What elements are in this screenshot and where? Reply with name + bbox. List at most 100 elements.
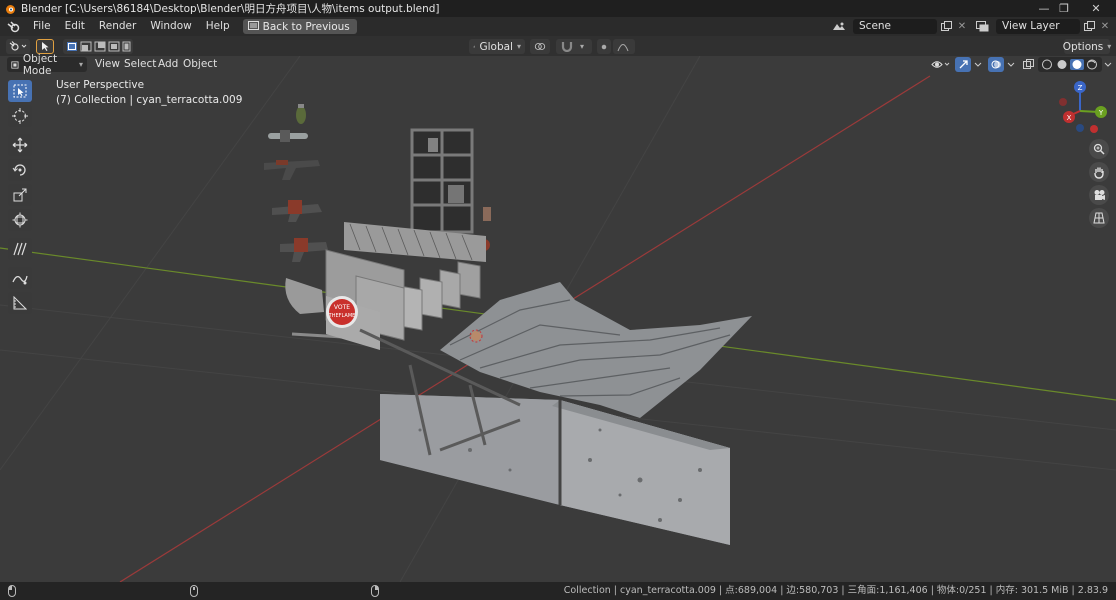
mouse-middle-icon [190, 585, 198, 600]
concrete-wall-model [380, 394, 730, 545]
view-layer-remove-icon[interactable]: ✕ [1097, 19, 1113, 34]
close-button[interactable]: ✕ [1076, 0, 1116, 17]
scale-icon [13, 188, 27, 202]
annotate-line-icon [12, 275, 28, 285]
zoom-view-button[interactable] [1089, 139, 1109, 159]
object-mode-icon [11, 60, 19, 69]
viewport-menu-view[interactable]: View [91, 57, 124, 72]
viewport-menu-object[interactable]: Object [179, 57, 221, 72]
perspective-label: User Perspective [56, 79, 145, 91]
object-mode-label: Object Mode [22, 52, 58, 77]
solid-shading-icon [1057, 60, 1067, 69]
view-layer-icon[interactable] [974, 19, 990, 34]
gizmo-chevron-icon[interactable] [972, 57, 984, 72]
back-to-previous-label: Back to Previous [262, 20, 350, 33]
scene-statistics: Collection | cyan_terracotta.009 | 点:689… [563, 585, 1108, 596]
menu-window[interactable]: Window [143, 17, 198, 36]
rifle-model-2 [272, 200, 322, 222]
select-box-icon [13, 84, 27, 98]
measure-tool-button[interactable] [8, 292, 32, 314]
shading-chevron-icon[interactable] [1102, 57, 1114, 72]
overlays-toggle-button[interactable] [988, 57, 1004, 72]
title-bar: Blender [C:\Users\86184\Desktop\Blender\… [0, 0, 1116, 17]
blender-menu-icon[interactable] [6, 20, 22, 33]
options-chevron-icon: ▾ [1107, 42, 1112, 51]
ortho-toggle-button[interactable] [1089, 208, 1109, 228]
back-to-previous-button[interactable]: Back to Previous [242, 19, 357, 34]
gizmo-neg-x[interactable] [1059, 98, 1067, 106]
gizmo-neg-y[interactable] [1090, 125, 1098, 133]
gizmo-y-label: Y [1098, 109, 1104, 117]
select-box-tool-button[interactable] [8, 80, 32, 102]
gizmo-z-label: Z [1078, 84, 1083, 92]
view-layer-field[interactable]: View Layer [996, 19, 1080, 34]
overlays-chevron-icon[interactable] [1005, 57, 1017, 72]
status-bar: Collection | cyan_terracotta.009 | 点:689… [0, 582, 1116, 600]
mouse-right-icon [371, 585, 379, 600]
viewport-header: Object Mode ▾ View Select Add Object [0, 53, 1116, 77]
scene-name-field[interactable]: Scene [853, 19, 937, 34]
chevron-down-icon: ▾ [516, 42, 521, 51]
rifle-model-3 [280, 238, 328, 262]
fullscreen-icon [247, 20, 259, 33]
pivot-icon [534, 43, 546, 50]
transform-orientation-dropdown[interactable]: Global ▾ [469, 39, 525, 54]
shading-mode-buttons[interactable] [1038, 57, 1102, 72]
options-dropdown[interactable]: Options ▾ [1062, 39, 1112, 54]
annotate-line-tool-button[interactable] [8, 267, 32, 289]
xray-icon [1022, 59, 1034, 69]
scene-remove-icon[interactable]: ✕ [954, 19, 970, 34]
gizmo-icon [959, 60, 968, 69]
options-label: Options [1062, 40, 1104, 53]
annotate-icon [13, 242, 27, 256]
scene-icon[interactable] [831, 19, 847, 34]
menu-render[interactable]: Render [92, 17, 143, 36]
gizmo-toggle-button[interactable] [955, 57, 971, 72]
rotate-icon [12, 164, 26, 176]
shield-model [285, 278, 324, 314]
snap-dropdown[interactable]: ▾ [556, 39, 592, 54]
pivot-point-dropdown[interactable] [530, 39, 550, 54]
measure-icon [13, 296, 27, 310]
orientation-label: Global [479, 40, 513, 53]
move-icon [12, 137, 28, 153]
hand-icon [1094, 167, 1104, 179]
xray-toggle-button[interactable] [1020, 57, 1036, 72]
scene-copy-icon[interactable] [938, 19, 954, 34]
falloff-dropdown[interactable] [613, 39, 635, 54]
overlays-icon [991, 60, 1001, 69]
proportional-toggle[interactable] [597, 39, 611, 54]
zoom-icon [1093, 143, 1105, 155]
collection-label: (7) Collection | cyan_terracotta.009 [56, 94, 243, 106]
view-layer-copy-icon[interactable] [1081, 19, 1097, 34]
cursor-tool-button[interactable] [8, 105, 32, 127]
rifle-model-1 [264, 160, 320, 180]
scale-tool-button[interactable] [8, 184, 32, 206]
magnet-icon [561, 42, 573, 52]
annotate-tool-button[interactable] [8, 238, 32, 260]
mouse-left-icon [8, 585, 16, 600]
visibility-dropdown[interactable] [929, 57, 953, 72]
navigation-gizmo[interactable]: Z Y X [1059, 81, 1107, 133]
move-tool-button[interactable] [8, 134, 32, 156]
gizmo-x-label: X [1067, 114, 1072, 122]
tool-header: Global ▾ ▾ Options ▾ [0, 36, 1116, 56]
camera-view-button[interactable] [1089, 185, 1109, 205]
gizmo-neg-z[interactable] [1076, 124, 1084, 132]
eye-icon [931, 61, 950, 68]
transform-tool-button[interactable] [8, 209, 32, 231]
proportional-icon [601, 44, 607, 49]
3d-viewport[interactable]: VOTE THEFLAME Z Y X User Perspective (7)… [0, 56, 1116, 582]
menu-file[interactable]: File [26, 17, 58, 36]
menu-help[interactable]: Help [199, 17, 237, 36]
viewport-scene: VOTE THEFLAME Z Y X [0, 56, 1116, 582]
transform-icon [12, 212, 28, 228]
viewport-info: User Perspective (7) Collection | cyan_t… [56, 78, 242, 108]
window-frame-model [410, 128, 474, 234]
small-prop-model [483, 207, 491, 221]
window-title: Blender [C:\Users\86184\Desktop\Blender\… [21, 3, 440, 15]
pan-view-button[interactable] [1089, 162, 1109, 182]
rotate-tool-button[interactable] [8, 159, 32, 181]
object-mode-dropdown[interactable]: Object Mode ▾ [7, 53, 87, 77]
menu-edit[interactable]: Edit [58, 17, 92, 36]
